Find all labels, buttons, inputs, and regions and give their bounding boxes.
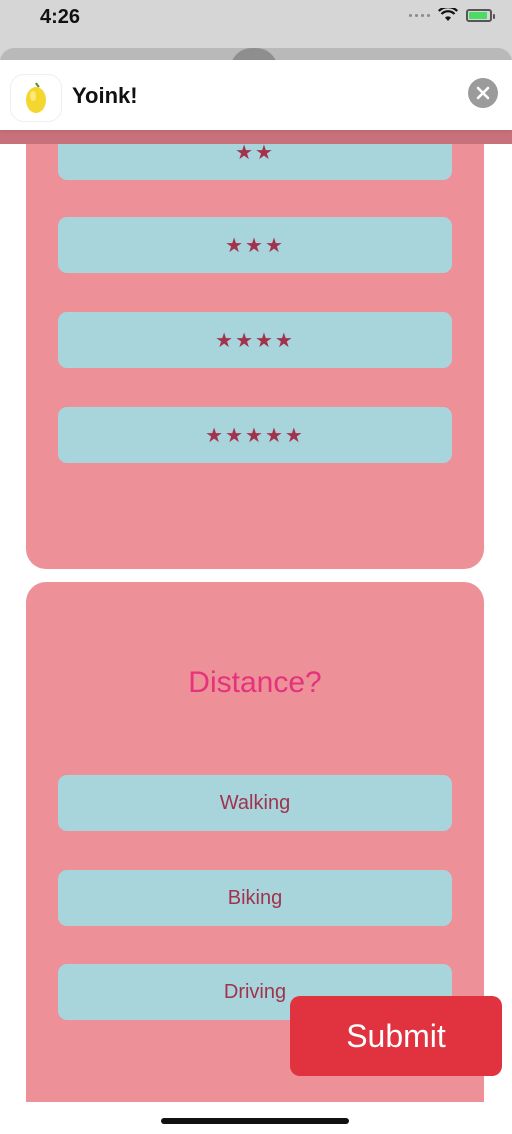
wifi-icon xyxy=(438,8,458,21)
status-time: 4:26 xyxy=(40,6,81,28)
status-icons xyxy=(409,8,495,22)
distance-option-biking[interactable]: Biking xyxy=(58,870,452,926)
distance-title: Distance? xyxy=(188,666,322,699)
app-header: Yoink! xyxy=(0,60,512,130)
cellular-signal-icon xyxy=(409,13,430,17)
header-shadow xyxy=(0,128,512,144)
rating-option-4-stars[interactable]: ★★★★ xyxy=(58,312,452,368)
rating-card: ★★ ★★★ ★★★★ ★★★★★ xyxy=(26,110,484,569)
rating-option-3-stars[interactable]: ★★★ xyxy=(58,217,452,273)
app-title: Yoink! xyxy=(72,83,138,108)
battery-icon xyxy=(466,8,495,22)
close-icon xyxy=(476,86,490,100)
lemon-icon xyxy=(10,74,62,122)
distance-option-walking[interactable]: Walking xyxy=(58,775,452,831)
home-indicator[interactable] xyxy=(161,1118,349,1124)
app-screen: 4:26 Yoink! ★★ ★★★ ★★★★ ★★★★★ Distance? … xyxy=(0,0,512,1134)
submit-button[interactable]: Submit xyxy=(290,996,502,1076)
close-button[interactable] xyxy=(468,78,498,108)
rating-option-5-stars[interactable]: ★★★★★ xyxy=(58,407,452,463)
